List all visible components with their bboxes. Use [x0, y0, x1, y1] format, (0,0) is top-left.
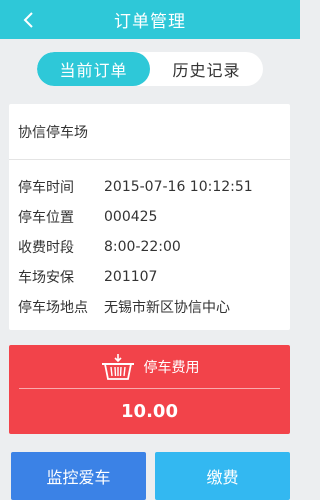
info-label: 车场安保 [18, 270, 74, 286]
chevron-left-icon [23, 11, 33, 28]
fee-panel: 停车费用 10.00 [9, 345, 290, 434]
parking-lot-name: 协信停车场 [9, 104, 290, 160]
info-label: 停车位置 [18, 210, 74, 226]
page-title: 订单管理 [114, 12, 186, 32]
info-row-security: 车场安保 201107 [9, 262, 290, 292]
info-value: 无锡市新区协信中心 [104, 300, 230, 316]
order-info-list: 停车时间 2015-07-16 10:12:51 停车位置 000425 收费时… [9, 160, 290, 322]
fee-label: 停车费用 [143, 359, 200, 376]
info-value: 8:00-22:00 [104, 239, 181, 255]
order-tabs: 当前订单 历史记录 [37, 52, 263, 86]
info-label: 停车场地点 [18, 300, 88, 316]
pay-button[interactable]: 缴费 [155, 452, 290, 500]
back-button[interactable] [8, 0, 48, 39]
monitor-car-button[interactable]: 监控爱车 [11, 452, 146, 500]
info-value: 2015-07-16 10:12:51 [104, 179, 253, 195]
tab-current-orders[interactable]: 当前订单 [37, 52, 150, 86]
info-value: 000425 [104, 209, 158, 225]
app-header: 订单管理 [0, 0, 300, 39]
info-row-charge-period: 收费时段 8:00-22:00 [9, 232, 290, 262]
tab-history[interactable]: 历史记录 [150, 52, 263, 86]
shopping-basket-icon [101, 353, 134, 380]
order-card: 协信停车场 停车时间 2015-07-16 10:12:51 停车位置 0004… [9, 104, 290, 330]
info-value: 201107 [104, 269, 158, 285]
fee-header: 停车费用 [19, 345, 280, 389]
info-label: 收费时段 [18, 240, 74, 256]
info-row-parking-position: 停车位置 000425 [9, 202, 290, 232]
info-row-location: 停车场地点 无锡市新区协信中心 [9, 292, 290, 322]
fee-amount: 10.00 [121, 400, 178, 422]
info-label: 停车时间 [18, 180, 74, 196]
info-row-parking-time: 停车时间 2015-07-16 10:12:51 [9, 172, 290, 202]
